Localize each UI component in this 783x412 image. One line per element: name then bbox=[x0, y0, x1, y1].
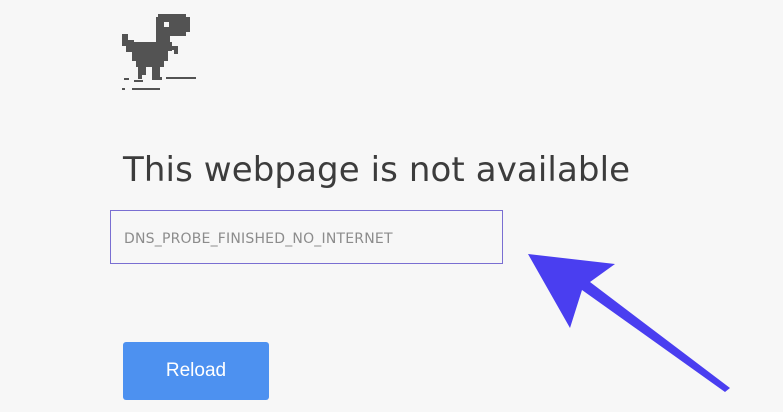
arrow-icon bbox=[520, 244, 740, 394]
error-code: DNS_PROBE_FINISHED_NO_INTERNET bbox=[124, 231, 393, 247]
reload-button[interactable]: Reload bbox=[123, 342, 269, 400]
dinosaur-icon bbox=[122, 14, 198, 94]
page-title: This webpage is not available bbox=[123, 150, 631, 190]
